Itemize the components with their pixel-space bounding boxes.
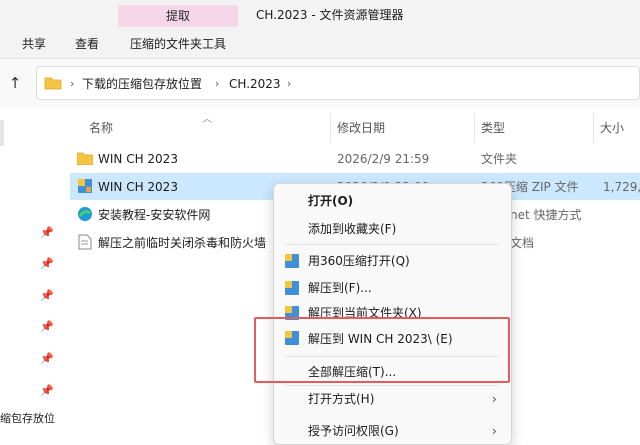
column-divider[interactable] — [593, 113, 594, 143]
zip-archive-icon — [78, 179, 92, 193]
breadcrumb-item-downloads[interactable]: 下载的压缩包存放位置 — [82, 76, 202, 92]
chevron-right-icon: › — [492, 424, 497, 438]
menu-item-add-to-favorites[interactable]: 添加到收藏夹(F) — [308, 221, 396, 237]
chevron-right-icon: › — [492, 392, 497, 406]
file-size: 1,729,6 — [603, 180, 640, 194]
folder-icon — [44, 77, 62, 90]
ribbon-view-tab[interactable]: 查看 — [75, 36, 99, 52]
nav-item-download-location[interactable]: 缩包存放位 — [0, 412, 56, 426]
column-header-modified[interactable]: 修改日期 — [337, 120, 385, 136]
file-type: net 快捷方式 — [510, 208, 582, 222]
nav-selected-indicator — [0, 120, 4, 146]
column-header-size[interactable]: 大小 — [600, 120, 624, 136]
pin-icon[interactable]: 📌 — [40, 289, 54, 303]
zip-archive-icon — [285, 281, 299, 295]
chevron-right-icon[interactable]: › — [287, 76, 291, 92]
pin-icon[interactable]: 📌 — [40, 226, 54, 240]
menu-separator — [285, 385, 499, 386]
pin-icon[interactable]: 📌 — [40, 320, 54, 334]
menu-item-open[interactable]: 打开(O) — [308, 193, 353, 209]
file-name: 解压之前临时关闭杀毒和防火墙 — [98, 236, 267, 250]
ribbon-share-tab[interactable]: 共享 — [22, 36, 46, 52]
window-title: CH.2023 - 文件资源管理器 — [256, 8, 404, 22]
file-name: WIN CH 2023 — [98, 152, 178, 166]
menu-item-open-with-360[interactable]: 用360压缩打开(Q) — [308, 253, 410, 269]
menu-item-grant-access[interactable]: 授予访问权限(G) — [308, 423, 399, 439]
up-arrow-icon[interactable]: ↑ — [6, 74, 24, 92]
file-date: 2026/2/9 21:59 — [337, 152, 430, 166]
column-divider[interactable] — [474, 113, 475, 143]
file-name: WIN CH 2023 — [98, 180, 178, 194]
pin-icon[interactable]: 📌 — [40, 257, 54, 271]
pin-icon[interactable]: 📌 — [40, 352, 54, 366]
menu-item-extract-to[interactable]: 解压到(F)... — [308, 280, 372, 296]
pin-icon[interactable]: 📌 — [40, 384, 54, 398]
highlight-box — [254, 317, 510, 383]
menu-item-open-with[interactable]: 打开方式(H) — [308, 391, 374, 407]
text-document-icon — [78, 234, 92, 250]
chevron-right-icon[interactable]: › — [215, 76, 219, 92]
chevron-right-icon[interactable]: › — [70, 76, 74, 92]
sort-up-icon: ︿ — [202, 114, 212, 125]
folder-icon — [77, 152, 93, 165]
column-header-type[interactable]: 类型 — [481, 120, 505, 136]
zip-archive-icon — [285, 254, 299, 268]
column-divider[interactable] — [330, 113, 331, 143]
file-name: 安装教程-安安软件网 — [98, 208, 211, 222]
column-header-name[interactable]: 名称 — [89, 120, 113, 136]
menu-separator — [285, 244, 499, 245]
breadcrumb-item-ch2023[interactable]: CH.2023 — [229, 76, 281, 92]
file-type: 文件夹 — [481, 152, 518, 166]
ribbon-compressed-tools-tab[interactable]: 压缩的文件夹工具 — [130, 36, 226, 52]
web-shortcut-icon — [78, 207, 92, 221]
tab-extract[interactable]: 提取 — [118, 5, 238, 27]
file-type: 文档 — [510, 236, 535, 250]
